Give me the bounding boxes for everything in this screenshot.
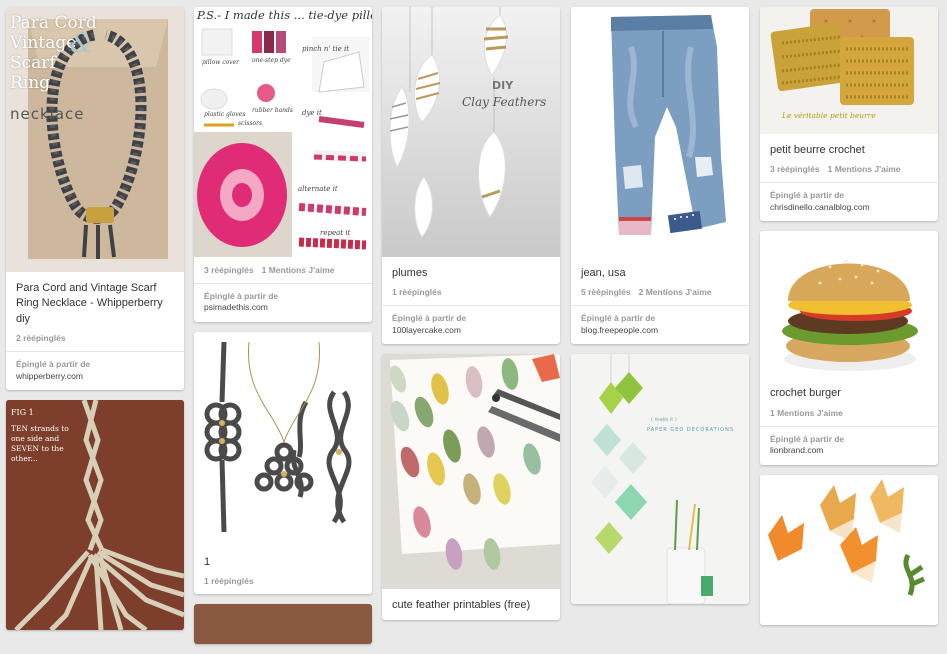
- jewelry-photo: [204, 341, 352, 533]
- column-5: Le véritable petit beurre petit beurre c…: [760, 7, 938, 635]
- repin-count[interactable]: 3 rèépinglés: [770, 164, 820, 174]
- feather-printables-photo: [382, 354, 560, 590]
- image-caption: ( make it ): [651, 417, 677, 424]
- pin-image[interactable]: Le véritable petit beurre: [760, 7, 938, 134]
- step-label: rubber bands: [252, 107, 293, 114]
- source-label: Épinglé à partir de: [16, 359, 91, 370]
- image-caption: Le véritable petit beurre: [782, 111, 876, 120]
- repin-count[interactable]: 1 rèépinglés: [392, 287, 442, 297]
- like-count[interactable]: 1 Mentions J'aime: [262, 265, 335, 275]
- jeans-photo: [611, 15, 726, 235]
- pin-image[interactable]: DIY Clay Feathers: [382, 7, 560, 257]
- like-count[interactable]: 1 Mentions J'aime: [828, 164, 901, 174]
- pin-card[interactable]: 1 1 rèépinglés: [194, 331, 372, 595]
- pin-card[interactable]: crochet burger 1 Mentions J'aime Épinglé…: [760, 231, 938, 465]
- image-title-line: Ring: [10, 73, 51, 93]
- image-title-text: PAPER GEO DECORATIONS: [647, 427, 735, 434]
- column-4: jean, usa 5 rèépinglés 2 Mentions J'aime …: [571, 7, 749, 614]
- image-ampersand: &: [70, 29, 94, 59]
- step-label: one-step dye: [252, 57, 291, 64]
- source-label: Épinglé à partir de: [581, 313, 656, 324]
- source-label: Épinglé à partir de: [204, 291, 279, 301]
- pin-card[interactable]: ( make it ) PAPER GEO DECORATIONS: [571, 354, 749, 605]
- source-label: Épinglé à partir de: [770, 433, 845, 444]
- pin-card[interactable]: [194, 604, 372, 645]
- source-domain[interactable]: psimadethis.com: [204, 302, 362, 313]
- source-domain[interactable]: lionbrand.com: [770, 445, 928, 456]
- pin-description: cute feather printables (free): [392, 599, 531, 612]
- pin-image[interactable]: P.S.- I made this ... tie-dye pillow pil…: [194, 7, 372, 257]
- source-label: Épinglé à partir de: [770, 190, 845, 201]
- pin-stats: 1 rèépinglés: [194, 576, 372, 594]
- source-domain[interactable]: whipperberry.com: [16, 371, 174, 382]
- image-caption: TEN strands to one side and SEVEN to the…: [11, 424, 69, 464]
- image-subtitle: Clay Feathers: [462, 95, 547, 109]
- clay-feathers-photo: [382, 7, 560, 257]
- pin-card[interactable]: FIG 1 TEN strands to one side and SEVEN …: [6, 400, 184, 631]
- pin-stats: 3 rèépinglés 1 Mentions J'aime: [194, 257, 372, 283]
- image-figure-label: FIG 1: [11, 408, 34, 418]
- crochet-burger-photo: [782, 259, 918, 372]
- column-2: P.S.- I made this ... tie-dye pillow pil…: [194, 7, 372, 654]
- pin-description: 1: [204, 555, 211, 568]
- repin-count[interactable]: 2 rèépinglés: [16, 333, 66, 343]
- pin-description: Para Cord and Vintage Scarf Ring Necklac…: [16, 282, 163, 325]
- pin-source[interactable]: Épinglé à partir de psimadethis.com: [194, 283, 372, 322]
- pin-image[interactable]: [382, 354, 560, 590]
- pin-stats: 1 Mentions J'aime: [760, 408, 938, 426]
- pillow-steps-labels: pillow cover one-step dye plastic gloves…: [194, 7, 372, 257]
- pin-card[interactable]: Le véritable petit beurre petit beurre c…: [760, 7, 938, 222]
- pin-description: crochet burger: [770, 387, 841, 400]
- pin-description: plumes: [392, 267, 428, 279]
- pin-image[interactable]: [760, 231, 938, 378]
- pin-source[interactable]: Épinglé à partir de lionbrand.com: [760, 425, 938, 465]
- column-1: Para Cord Vintage Scarf Ring & necklace …: [6, 7, 184, 640]
- like-count[interactable]: 1 Mentions J'aime: [770, 408, 843, 418]
- step-label: repeat it: [320, 229, 351, 237]
- step-label: pillow cover: [202, 59, 240, 66]
- pin-image[interactable]: [760, 474, 938, 625]
- pin-image[interactable]: Para Cord Vintage Scarf Ring & necklace: [6, 7, 184, 272]
- repin-count[interactable]: 1 rèépinglés: [204, 576, 254, 586]
- step-label: pinch n' tie it: [302, 45, 350, 53]
- pin-description: jean, usa: [581, 267, 626, 279]
- pin-card[interactable]: P.S.- I made this ... tie-dye pillow pil…: [194, 7, 372, 322]
- column-3: DIY Clay Feathers plumes 1 rèépinglés Ép…: [382, 7, 560, 630]
- repin-count[interactable]: 5 rèépinglés: [581, 287, 631, 297]
- source-domain[interactable]: 100layercake.com: [392, 325, 550, 336]
- pin-source[interactable]: Épinglé à partir de blog.freepeople.com: [571, 305, 749, 344]
- pin-stats: 5 rèépinglés 2 Mentions J'aime: [571, 287, 749, 305]
- pin-card[interactable]: cute feather printables (free): [382, 354, 560, 620]
- pin-stats: 3 rèépinglés 1 Mentions J'aime: [760, 164, 938, 182]
- pin-source[interactable]: Épinglé à partir de chrisdinello.canalbl…: [760, 182, 938, 221]
- source-domain[interactable]: blog.freepeople.com: [581, 325, 739, 336]
- pin-image[interactable]: FIG 1 TEN strands to one side and SEVEN …: [6, 400, 184, 631]
- pin-description: petit beurre crochet: [770, 144, 865, 156]
- image-title-text: DIY: [492, 79, 514, 92]
- pin-card[interactable]: jean, usa 5 rèépinglés 2 Mentions J'aime …: [571, 7, 749, 345]
- pin-image[interactable]: [194, 604, 372, 645]
- step-label: alternate it: [298, 185, 338, 193]
- pin-image[interactable]: ( make it ) PAPER GEO DECORATIONS: [571, 354, 749, 605]
- origami-fox-photo: [768, 478, 925, 596]
- like-count[interactable]: 2 Mentions J'aime: [639, 287, 712, 297]
- pin-source[interactable]: Épinglé à partir de 100layercake.com: [382, 305, 560, 344]
- source-label: Épinglé à partir de: [392, 313, 467, 324]
- pin-card[interactable]: DIY Clay Feathers plumes 1 rèépinglés Ép…: [382, 7, 560, 345]
- step-label: dye it: [302, 109, 322, 117]
- source-domain[interactable]: chrisdinello.canalblog.com: [770, 202, 928, 213]
- image-subtitle: necklace: [10, 105, 85, 123]
- step-label: plastic gloves: [204, 111, 246, 118]
- pin-image[interactable]: [571, 7, 749, 257]
- pin-card[interactable]: [760, 474, 938, 625]
- pin-source[interactable]: Épinglé à partir de whipperberry.com: [6, 351, 184, 390]
- repin-count[interactable]: 3 rèépinglés: [204, 265, 254, 275]
- geo-decorations-photo: [571, 354, 749, 605]
- pin-card[interactable]: Para Cord Vintage Scarf Ring & necklace …: [6, 7, 184, 391]
- step-label: scissors: [238, 120, 263, 127]
- pin-image[interactable]: [194, 331, 372, 546]
- pin-stats: 2 rèépinglés: [6, 333, 184, 351]
- pin-stats: 1 rèépinglés: [382, 287, 560, 305]
